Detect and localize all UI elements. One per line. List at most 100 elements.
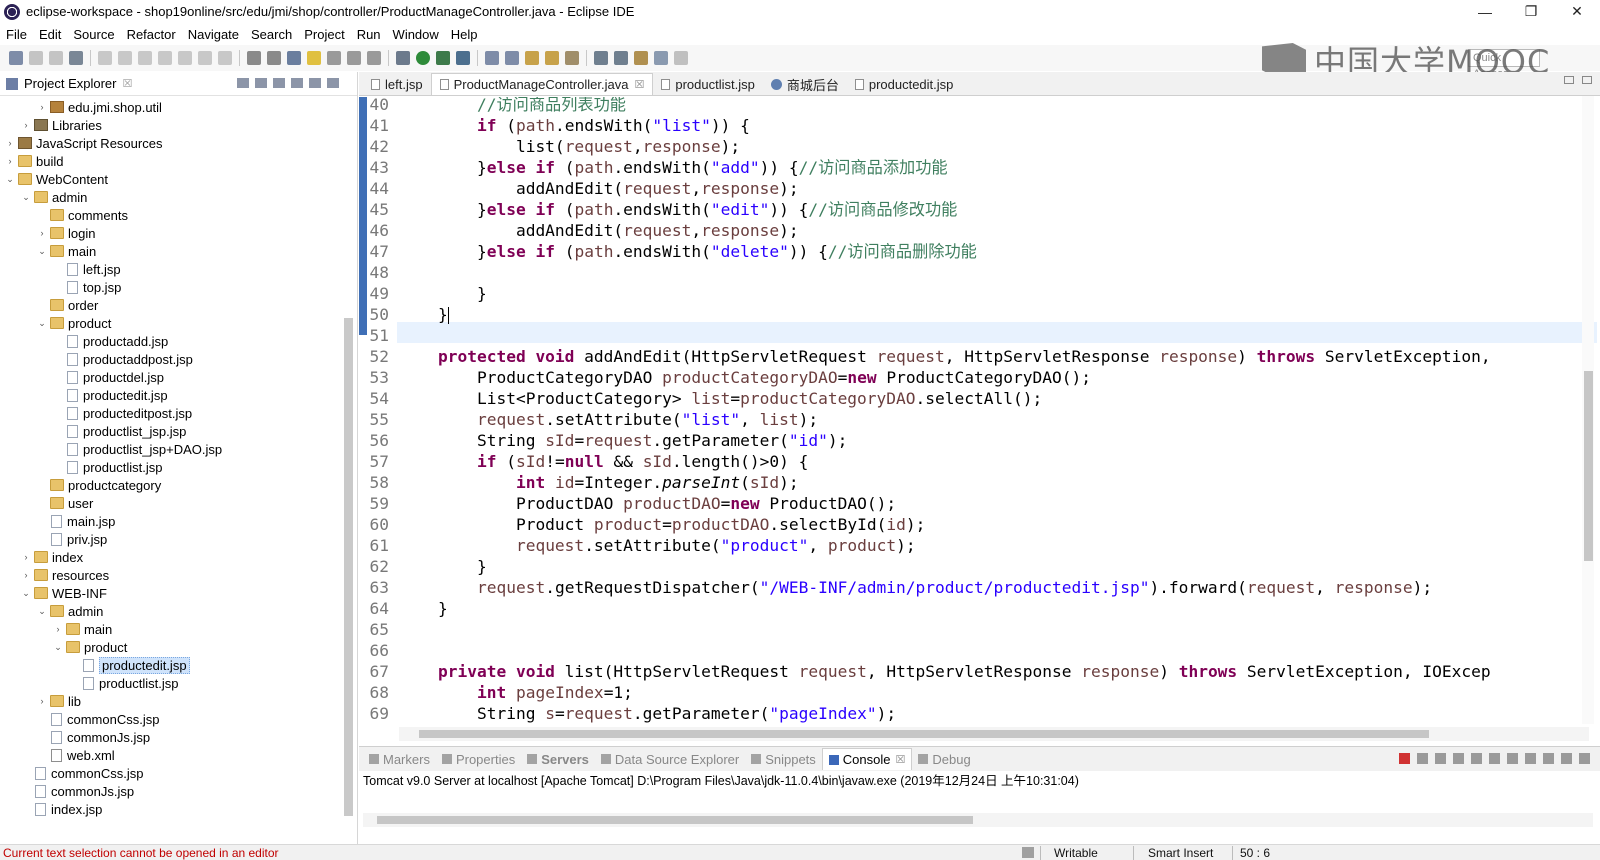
tree-item[interactable]: productadd.jsp [0,332,357,350]
tree-item[interactable]: › resources [0,566,357,584]
open-type-icon[interactable] [525,51,539,65]
bottom-tab[interactable]: Console ☒ [821,748,913,770]
maximize-view-icon[interactable] [327,78,339,88]
bottom-tab[interactable]: Data Source Explorer [595,752,745,767]
close-tab-icon[interactable]: ☒ [896,753,906,766]
tree-item[interactable]: productdel.jsp [0,368,357,386]
menu-run[interactable]: Run [351,27,387,42]
tree-item[interactable]: productcategory [0,476,357,494]
tree-item[interactable]: productlist.jsp [0,674,357,692]
terminate-icon[interactable] [158,51,172,65]
word-wrap-icon[interactable] [267,51,281,65]
tree-item[interactable]: productedit.jsp [0,656,357,674]
tree-item[interactable]: ⌄ admin [0,188,357,206]
pin-console-icon[interactable] [1507,753,1518,764]
new-server-icon[interactable] [485,51,499,65]
tree-item[interactable]: › JavaScript Resources [0,134,357,152]
menu-source[interactable]: Source [67,27,120,42]
editor-tab[interactable]: left.jsp [363,73,431,95]
collapse-arrow-icon[interactable]: ⌄ [20,588,32,599]
scrollbar-thumb[interactable] [377,816,973,824]
show-whitespace-icon[interactable] [327,51,341,65]
expand-arrow-icon[interactable]: › [20,570,32,580]
tree-item[interactable]: ⌄ main [0,242,357,260]
menu-project[interactable]: Project [298,27,350,42]
editor-tab[interactable]: ProductManageController.java ☒ [430,73,654,95]
collapse-all-icon[interactable] [237,78,249,88]
tree-item[interactable]: › build [0,152,357,170]
step-return-icon[interactable] [218,51,232,65]
menu-file[interactable]: File [0,27,33,42]
scrollbar-thumb[interactable] [344,318,353,816]
tree-item[interactable]: › edu.jmi.shop.util [0,98,357,116]
collapse-arrow-icon[interactable]: ⌄ [20,192,32,203]
code-area[interactable]: 40 //访问商品列表功能 41 if (path.endsWith("list"… [359,97,1600,731]
minimize-view-icon[interactable] [309,78,321,88]
resume-icon[interactable] [118,51,132,65]
tree-item[interactable]: ⌄ WEB-INF [0,584,357,602]
clear-console-icon[interactable] [1453,753,1464,764]
tree-item[interactable]: ⌄ product [0,638,357,656]
format-icon[interactable] [347,51,361,65]
status-insert-mode[interactable]: Smart Insert [1148,846,1213,860]
editor-tab[interactable]: 商城后台 [763,73,847,95]
close-view-icon[interactable]: ☒ [122,77,132,90]
tree-item[interactable]: ⌄ WebContent [0,170,357,188]
tree-item[interactable]: › lib [0,692,357,710]
expand-arrow-icon[interactable]: › [4,138,16,148]
minimize-editor-icon[interactable] [1564,76,1574,84]
tree-item[interactable]: commonJs.jsp [0,728,357,746]
collapse-arrow-icon[interactable]: ⌄ [36,606,48,617]
new-icon[interactable] [9,51,23,65]
editor-horizontal-scrollbar[interactable] [399,727,1589,741]
next-annotation-icon[interactable] [594,51,608,65]
tree-item[interactable]: commonCss.jsp [0,764,357,782]
link-with-editor-icon[interactable] [255,78,267,88]
expand-arrow-icon[interactable]: › [20,120,32,130]
tree-item[interactable]: commonJs.jsp [0,782,357,800]
close-tab-icon[interactable]: ☒ [634,78,644,91]
tree-item[interactable]: order [0,296,357,314]
maximize-view-icon[interactable] [1579,753,1590,764]
tree-item[interactable]: comments [0,206,357,224]
bottom-tab[interactable]: Markers [363,752,436,767]
tree-item[interactable]: › index [0,548,357,566]
collapse-arrow-icon[interactable]: ⌄ [36,318,48,329]
tree-item[interactable]: producteditpost.jsp [0,404,357,422]
tree-item[interactable]: index.jsp [0,800,357,818]
terminate-icon[interactable] [1399,753,1410,764]
tree-item[interactable]: › login [0,224,357,242]
scroll-lock-icon[interactable] [1471,753,1482,764]
bottom-tab[interactable]: Snippets [745,752,822,767]
menu-edit[interactable]: Edit [33,27,67,42]
expand-arrow-icon[interactable]: › [36,228,48,238]
tree-item[interactable]: productaddpost.jsp [0,350,357,368]
bottom-tab[interactable]: Debug [912,752,976,767]
tree-item[interactable]: web.xml [0,746,357,764]
tree-item[interactable]: ⌄ admin [0,602,357,620]
tree-item[interactable]: ⌄ product [0,314,357,332]
forward-icon[interactable] [674,51,688,65]
menu-help[interactable]: Help [445,27,484,42]
open-console-icon[interactable] [1525,753,1536,764]
editor-tab[interactable]: productlist.jsp [653,73,762,95]
mark-occurrences-icon[interactable] [287,51,301,65]
expand-arrow-icon[interactable]: › [4,156,16,166]
bottom-tab[interactable]: Servers [521,752,595,767]
scrollbar-thumb[interactable] [1584,371,1593,561]
collapse-arrow-icon[interactable]: ⌄ [4,174,16,185]
word-wrap-icon[interactable] [1489,753,1500,764]
pin-icon[interactable] [367,51,381,65]
collapse-arrow-icon[interactable]: ⌄ [52,642,64,653]
minimize-view-icon[interactable] [1561,753,1572,764]
tree-item[interactable]: left.jsp [0,260,357,278]
expand-arrow-icon[interactable]: › [52,624,64,634]
menu-refactor[interactable]: Refactor [121,27,182,42]
tree-item[interactable]: › main [0,620,357,638]
console-output[interactable] [359,791,1600,813]
suspend-icon[interactable] [138,51,152,65]
expand-arrow-icon[interactable]: › [36,696,48,706]
previous-annotation-icon[interactable] [614,51,628,65]
tree-item[interactable]: commonCss.jsp [0,710,357,728]
scrollbar-thumb[interactable] [419,730,1429,738]
